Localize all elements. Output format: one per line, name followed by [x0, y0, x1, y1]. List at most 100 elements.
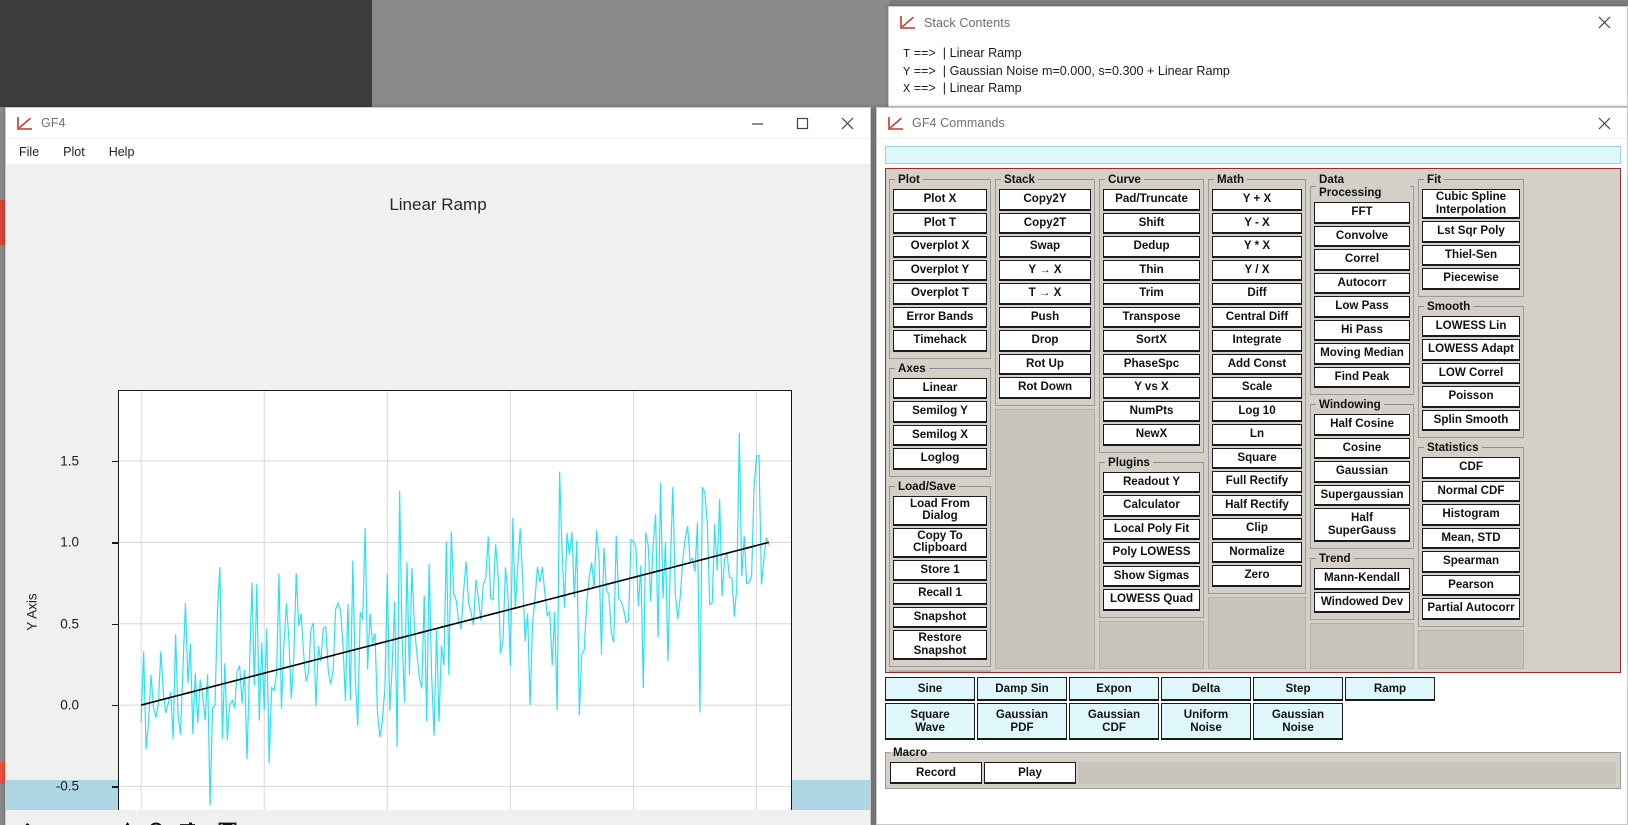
command-button-thin[interactable]: Thin [1103, 259, 1200, 281]
command-button-autocorr[interactable]: Autocorr [1314, 272, 1410, 294]
command-button-copy-to-clipboard[interactable]: Copy To Clipboard [893, 527, 987, 558]
pan-icon[interactable] [112, 816, 142, 825]
command-button-plot-x[interactable]: Plot X [893, 189, 987, 211]
function-button-damp-sin[interactable]: Damp Sin [977, 677, 1067, 701]
command-button-thiel-sen[interactable]: Thiel-Sen [1422, 244, 1520, 266]
gf4-close-button[interactable] [825, 108, 870, 139]
command-button-transpose[interactable]: Transpose [1103, 306, 1200, 328]
command-button-piecewise[interactable]: Piecewise [1422, 268, 1520, 290]
command-button-half-supergauss[interactable]: Half SuperGauss [1314, 508, 1410, 542]
command-button-moving-median[interactable]: Moving Median [1314, 343, 1410, 365]
command-button-t-x[interactable]: T → X [999, 283, 1091, 305]
command-button-lowess-lin[interactable]: LOWESS Lin [1422, 315, 1520, 337]
command-button-add-const[interactable]: Add Const [1212, 353, 1302, 375]
command-button-recall-1[interactable]: Recall 1 [893, 583, 987, 605]
stack-contents-close-button[interactable] [1582, 7, 1627, 38]
plot-canvas[interactable]: Linear Ramp -0.50.00.51.01.5050100150200… [6, 165, 870, 825]
command-button-dedup[interactable]: Dedup [1103, 236, 1200, 258]
command-button-sortx[interactable]: SortX [1103, 330, 1200, 352]
home-icon[interactable] [12, 816, 42, 825]
command-button-overplot-y[interactable]: Overplot Y [893, 259, 987, 281]
command-button-half-rectify[interactable]: Half Rectify [1212, 494, 1302, 516]
command-button-cdf[interactable]: CDF [1422, 457, 1520, 479]
zoom-icon[interactable] [142, 816, 172, 825]
command-button-supergaussian[interactable]: Supergaussian [1314, 484, 1410, 506]
command-button-semilog-x[interactable]: Semilog X [893, 424, 987, 446]
back-arrow-icon[interactable] [42, 816, 72, 825]
command-button-swap[interactable]: Swap [999, 236, 1091, 258]
command-button-linear[interactable]: Linear [893, 377, 987, 399]
gf4-minimize-button[interactable] [735, 108, 780, 139]
command-button-low-pass[interactable]: Low Pass [1314, 296, 1410, 318]
command-button-low-correl[interactable]: LOW Correl [1422, 362, 1520, 384]
command-button-y-x[interactable]: Y / X [1212, 259, 1302, 281]
command-button-semilog-y[interactable]: Semilog Y [893, 401, 987, 423]
function-button-expon[interactable]: Expon [1069, 677, 1159, 701]
command-button-splin-smooth[interactable]: Splin Smooth [1422, 409, 1520, 431]
command-button-calculator[interactable]: Calculator [1103, 495, 1200, 517]
menu-item-plot[interactable]: Plot [60, 143, 88, 161]
gf4-titlebar[interactable]: GF4 [6, 108, 870, 139]
command-button-y-x[interactable]: Y * X [1212, 236, 1302, 258]
command-button-lowess-adapt[interactable]: LOWESS Adapt [1422, 339, 1520, 361]
macro-play-button[interactable]: Play [984, 762, 1076, 784]
function-button-ramp[interactable]: Ramp [1345, 677, 1435, 701]
command-button-cubic-spline-interpolation[interactable]: Cubic Spline Interpolation [1422, 189, 1520, 219]
command-button-y-vs-x[interactable]: Y vs X [1103, 377, 1200, 399]
command-button-copy2t[interactable]: Copy2T [999, 212, 1091, 234]
macro-record-button[interactable]: Record [890, 762, 982, 784]
gf4-maximize-button[interactable] [780, 108, 825, 139]
command-button-half-cosine[interactable]: Half Cosine [1314, 414, 1410, 436]
command-button-mann-kendall[interactable]: Mann-Kendall [1314, 568, 1410, 590]
command-button-trim[interactable]: Trim [1103, 283, 1200, 305]
forward-arrow-icon[interactable] [72, 816, 102, 825]
command-button-y-x[interactable]: Y - X [1212, 212, 1302, 234]
command-button-error-bands[interactable]: Error Bands [893, 306, 987, 328]
command-entry-field[interactable] [885, 146, 1621, 164]
command-button-full-rectify[interactable]: Full Rectify [1212, 471, 1302, 493]
save-icon[interactable] [212, 816, 242, 825]
command-button-lowess-quad[interactable]: LOWESS Quad [1103, 589, 1200, 611]
command-button-y-x[interactable]: Y + X [1212, 189, 1302, 211]
function-button-delta[interactable]: Delta [1161, 677, 1251, 701]
command-button-readout-y[interactable]: Readout Y [1103, 471, 1200, 493]
command-button-cosine[interactable]: Cosine [1314, 437, 1410, 459]
command-button-rot-up[interactable]: Rot Up [999, 353, 1091, 375]
command-button-poisson[interactable]: Poisson [1422, 386, 1520, 408]
command-button-restore-snapshot[interactable]: Restore Snapshot [893, 630, 987, 660]
command-button-lst-sqr-poly[interactable]: Lst Sqr Poly [1422, 221, 1520, 243]
function-button-gaussian-noise[interactable]: Gaussian Noise [1253, 703, 1343, 740]
command-button-load-from-dialog[interactable]: Load From Dialog [893, 495, 987, 526]
configure-subplots-icon[interactable] [172, 816, 202, 825]
command-button-gaussian[interactable]: Gaussian [1314, 461, 1410, 483]
function-button-gaussian-pdf[interactable]: Gaussian PDF [977, 703, 1067, 740]
function-button-gaussian-cdf[interactable]: Gaussian CDF [1069, 703, 1159, 740]
command-button-pad-truncate[interactable]: Pad/Truncate [1103, 189, 1200, 211]
command-button-windowed-dev[interactable]: Windowed Dev [1314, 591, 1410, 613]
commands-titlebar[interactable]: GF4 Commands [877, 108, 1627, 139]
command-button-drop[interactable]: Drop [999, 330, 1091, 352]
command-button-pearson[interactable]: Pearson [1422, 574, 1520, 596]
command-button-histogram[interactable]: Histogram [1422, 504, 1520, 526]
command-button-normalize[interactable]: Normalize [1212, 541, 1302, 563]
command-button-overplot-t[interactable]: Overplot T [893, 283, 987, 305]
command-button-correl[interactable]: Correl [1314, 249, 1410, 271]
command-button-poly-lowess[interactable]: Poly LOWESS [1103, 542, 1200, 564]
command-button-plot-t[interactable]: Plot T [893, 212, 987, 234]
commands-close-button[interactable] [1582, 108, 1627, 139]
command-button-push[interactable]: Push [999, 306, 1091, 328]
command-button-numpts[interactable]: NumPts [1103, 400, 1200, 422]
command-button-local-poly-fit[interactable]: Local Poly Fit [1103, 518, 1200, 540]
command-button-scale[interactable]: Scale [1212, 377, 1302, 399]
command-button-clip[interactable]: Clip [1212, 518, 1302, 540]
command-button-timehack[interactable]: Timehack [893, 330, 987, 352]
command-button-integrate[interactable]: Integrate [1212, 330, 1302, 352]
command-button-phasespc[interactable]: PhaseSpc [1103, 353, 1200, 375]
command-button-snapshot[interactable]: Snapshot [893, 606, 987, 628]
function-button-square-wave[interactable]: Square Wave [885, 703, 975, 740]
function-button-sine[interactable]: Sine [885, 677, 975, 701]
command-button-hi-pass[interactable]: Hi Pass [1314, 319, 1410, 341]
command-button-newx[interactable]: NewX [1103, 424, 1200, 446]
command-button-partial-autocorr[interactable]: Partial Autocorr [1422, 598, 1520, 620]
command-button-y-x[interactable]: Y → X [999, 259, 1091, 281]
